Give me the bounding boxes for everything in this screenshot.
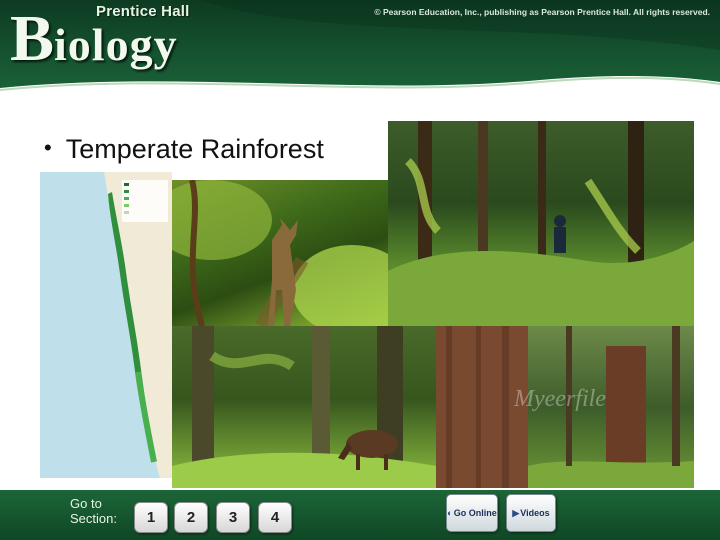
elk-photo-graphic (172, 326, 436, 488)
bullet-dot-icon: • (44, 135, 52, 160)
brand-logo: Biology (10, 6, 178, 72)
photo-watermark: Myeerfile (514, 386, 606, 412)
deer-photo-graphic (172, 180, 388, 326)
brand-logo-cap: B (10, 2, 55, 75)
section-2-button[interactable]: 2 (174, 502, 208, 533)
hiker-photo-graphic (388, 121, 694, 326)
copyright-notice: © Pearson Education, Inc., publishing as… (374, 7, 710, 17)
header-banner: Prentice Hall Biology © Pearson Educatio… (0, 0, 720, 112)
video-icon: ▶ (512, 507, 520, 518)
globe-icon: ◐ (447, 508, 453, 518)
range-map-graphic (40, 172, 172, 478)
go-online-label: Go Online (453, 508, 497, 518)
goto-line-2: Section: (70, 511, 117, 526)
elk-photo (172, 326, 436, 488)
videos-button[interactable]: ▶ Videos (506, 494, 556, 532)
deer-photo (172, 180, 388, 326)
section-1-button[interactable]: 1 (134, 502, 168, 533)
hiker-photo (388, 121, 694, 326)
videos-label: Videos (520, 508, 550, 518)
slide-bullet: • Temperate Rainforest (44, 134, 324, 165)
section-3-button[interactable]: 3 (216, 502, 250, 533)
bullet-text: Temperate Rainforest (65, 134, 324, 164)
giant-trees-photo: Myeerfile (436, 326, 694, 488)
brand-logo-rest: iology (54, 19, 178, 70)
goto-section-label: Go to Section: (70, 496, 117, 526)
go-online-button[interactable]: ◐ Go Online (446, 494, 498, 532)
goto-line-1: Go to (70, 496, 102, 511)
section-4-button[interactable]: 4 (258, 502, 292, 533)
range-map-image (40, 172, 172, 478)
